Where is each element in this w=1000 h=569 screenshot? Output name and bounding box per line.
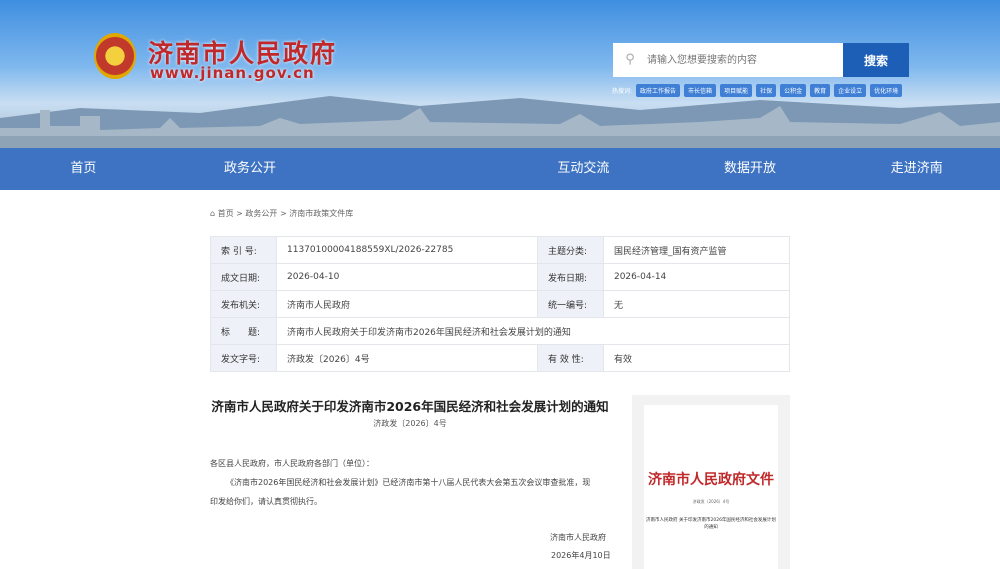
title-value: 济南市人民政府关于印发济南市2026年国民经济和社会发展计划的通知 [276,317,790,345]
pub-date-label: 发布日期: [536,263,604,291]
code-value: 无 [602,290,791,318]
document-number: 济政发〔2026〕4号 [373,419,447,428]
hot-search-label: 热搜词: [612,88,633,95]
hot-tag[interactable]: 项目赋能 [720,84,753,97]
home-icon: ⌂ [210,209,218,218]
hot-tag[interactable]: 优化环境 [870,84,903,97]
docno-value: 济政发〔2026〕4号 [276,344,538,372]
search-button[interactable]: 搜索 [843,43,909,77]
signer: 济南市人民政府 [550,533,606,542]
org-value: 济南市人民政府 [276,290,538,318]
thumbnail-caption: 济南市人民政府 关于印发济南市2026年国民经济和社会发展计划的通知 [646,518,776,530]
nav-blank[interactable] [333,148,500,190]
hot-search-tags: 热搜词: 政府工作报告 市长信箱 项目赋能 社保 公积金 教育 企业设立 优化环… [612,84,903,97]
search-input[interactable] [647,43,843,77]
main-nav: 首页 政务公开 互动交流 数据开放 走进济南 [0,148,1000,190]
search-box: ⚲ 搜索 [613,43,909,77]
document-title: 济南市人民政府关于印发济南市2026年国民经济和社会发展计划的通知 [211,399,609,414]
nav-about-jinan[interactable]: 走进济南 [833,148,1000,190]
code-label: 统一编号: [536,290,604,318]
city-skyline-image [0,96,1000,148]
hot-tag[interactable]: 政府工作报告 [636,84,681,97]
validity-value: 有效 [602,344,791,372]
docno-label: 发文字号: [210,344,277,372]
body-line-1: 《济南市2026年国民经济和社会发展计划》已经济南市第十八届人民代表大会第五次会… [226,478,591,487]
hot-tag[interactable]: 市长信箱 [684,84,717,97]
index-label: 索 引 号: [210,236,277,264]
hot-tag[interactable]: 公积金 [780,84,807,97]
breadcrumb: ⌂ 首页 > 政务公开 > 济南市政策文件库 [210,208,353,219]
sign-date: 2026年4月10日 [551,551,611,560]
national-emblem-logo [94,33,136,79]
search-icon: ⚲ [625,52,635,67]
hot-tag[interactable]: 企业设立 [834,84,867,97]
document-metadata-table: 索 引 号: 11370100004188559XL/2026-22785 主题分类… [210,236,791,372]
thumbnail-number: 济政发〔2026〕4号 [692,499,730,504]
org-label: 发布机关: [210,290,277,318]
validity-label: 有 效 性: [536,344,604,372]
document-thumbnail[interactable]: 济南市人民政府文件 济政发〔2026〕4号 济南市人民政府 关于印发济南市202… [632,395,790,569]
nav-interaction[interactable]: 互动交流 [500,148,667,190]
topic-value: 国民经济管理_国有资产监管 [602,236,791,264]
nav-open-data[interactable]: 数据开放 [667,148,834,190]
hot-tag[interactable]: 教育 [810,84,831,97]
made-date-value: 2026-04-10 [276,263,538,291]
index-value: 11370100004188559XL/2026-22785 [276,236,538,264]
site-url: www.jinan.gov.cn [150,64,315,82]
title-label: 标 题: [210,317,277,345]
breadcrumb-path[interactable]: 首页 > 政务公开 > 济南市政策文件库 [218,209,354,218]
header-banner: 济南市人民政府 www.jinan.gov.cn ⚲ 搜索 热搜词: 政府工作报… [0,0,1000,148]
nav-government-affairs[interactable]: 政务公开 [167,148,334,190]
hot-tag[interactable]: 社保 [756,84,777,97]
salutation: 各区县人民政府，市人民政府各部门（单位）： [210,459,374,468]
pub-date-value: 2026-04-14 [602,263,791,291]
nav-home[interactable]: 首页 [0,148,167,190]
topic-label: 主题分类: [536,236,604,264]
made-date-label: 成文日期: [210,263,277,291]
body-line-2: 印发给你们，请认真贯彻执行。 [210,497,322,506]
thumbnail-head: 济南市人民政府文件 [648,472,774,488]
